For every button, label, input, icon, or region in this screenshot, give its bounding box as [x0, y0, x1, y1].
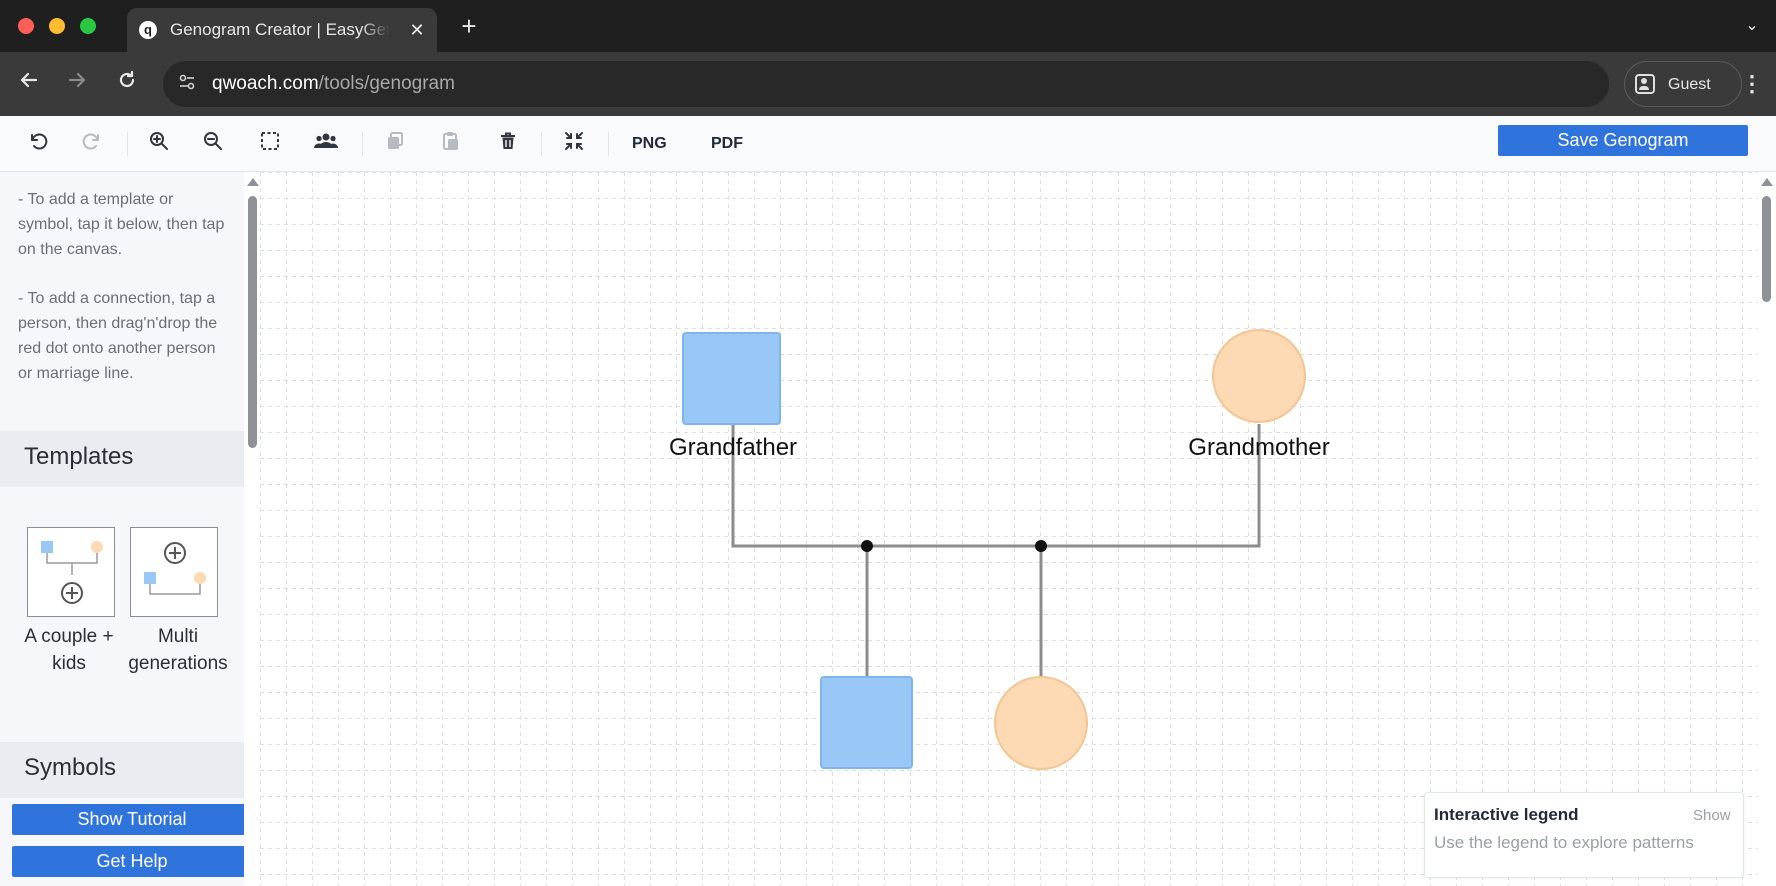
person-son[interactable] [820, 676, 913, 769]
scroll-up-icon[interactable] [247, 178, 259, 186]
connection-node[interactable] [1035, 540, 1047, 552]
export-png-button[interactable]: PNG [632, 130, 667, 158]
templates-section-header: Templates [0, 431, 244, 487]
toolbar-divider [541, 132, 542, 156]
favicon-icon: q [139, 21, 157, 39]
label-grandmother: Grandmother [1188, 434, 1329, 461]
copy-icon[interactable] [381, 130, 409, 158]
legend-title: Interactive legend [1434, 805, 1579, 824]
editor-toolbar: PNG PDF Save Genogram [0, 116, 1776, 172]
close-icon[interactable]: ✕ [407, 18, 427, 42]
toolbar-divider [362, 132, 363, 156]
chevron-down-icon[interactable]: ⌄ [1740, 14, 1764, 38]
minimize-window-button[interactable] [49, 18, 65, 34]
person-daughter[interactable] [994, 676, 1088, 770]
back-icon[interactable] [12, 67, 46, 101]
templates-heading: Templates [24, 443, 134, 470]
group-icon[interactable] [312, 130, 340, 158]
interactive-legend: Interactive legend Show Use the legend t… [1424, 792, 1744, 878]
connection-node[interactable] [861, 540, 873, 552]
symbols-heading: Symbols [24, 754, 117, 781]
maximize-window-button[interactable] [80, 18, 96, 34]
paste-icon[interactable] [437, 130, 465, 158]
template-label-multi-generations: Multi generations [128, 626, 228, 674]
sidebar-panel: - To add a template or symbol, tap it be… [0, 172, 244, 886]
site-settings-icon[interactable] [175, 72, 199, 96]
symbols-section-header: Symbols [0, 742, 244, 798]
address-bar: qwoach.com/tools/genogram Guest ⋮ [0, 52, 1776, 116]
grid-horizontal [260, 172, 1758, 886]
profile-icon [1635, 74, 1655, 94]
template-label-couple-kids: A couple + kids [24, 626, 114, 674]
new-tab-button[interactable]: + [455, 12, 483, 40]
toolbar-divider [608, 132, 609, 156]
forward-icon[interactable] [60, 67, 94, 101]
url-text: qwoach.com/tools/genogram [212, 72, 455, 96]
url-path: /tools/genogram [318, 73, 455, 94]
profile-label: Guest [1668, 76, 1711, 93]
help-text-connections: - To add a connection, tap a person, the… [18, 290, 218, 382]
browser-tab[interactable]: q Genogram Creator | EasyGenogram ✕ [127, 8, 437, 52]
save-genogram-button[interactable]: Save Genogram [1498, 125, 1748, 156]
delete-icon[interactable] [494, 130, 522, 158]
toolbar-divider [127, 132, 128, 156]
get-help-button[interactable]: Get Help [12, 846, 252, 877]
select-area-icon[interactable] [256, 130, 284, 158]
undo-icon[interactable] [23, 130, 51, 158]
legend-subtitle: Use the legend to explore patterns [1434, 833, 1694, 852]
multi-generations-preview-icon [144, 542, 206, 595]
profile-button[interactable]: Guest [1624, 61, 1742, 107]
person-grandmother[interactable] [1212, 329, 1306, 423]
genogram-canvas[interactable]: Grandfather Grandmother [260, 172, 1758, 886]
browser-tab-bar: q Genogram Creator | EasyGenogram ✕ + ⌄ [0, 0, 1776, 52]
reload-icon[interactable] [110, 67, 144, 101]
template-multi-generations[interactable] [130, 527, 218, 617]
fit-screen-icon[interactable] [560, 130, 588, 158]
couple-kids-preview-icon [41, 541, 103, 604]
genogram-drawing: Grandfather Grandmother [260, 172, 1758, 886]
zoom-out-icon[interactable] [199, 130, 227, 158]
menu-icon[interactable]: ⋮ [1740, 71, 1764, 97]
show-tutorial-button[interactable]: Show Tutorial [12, 804, 252, 835]
url-host: qwoach.com [212, 73, 319, 94]
sidebar-scroll-thumb[interactable] [248, 196, 257, 448]
label-grandfather: Grandfather [669, 434, 797, 461]
redo-icon[interactable] [79, 130, 107, 158]
url-field[interactable]: qwoach.com/tools/genogram [163, 61, 1609, 107]
legend-show-toggle[interactable]: Show [1693, 807, 1731, 824]
template-couple-kids[interactable] [27, 527, 115, 617]
close-window-button[interactable] [18, 18, 34, 34]
help-text-templates: - To add a template or symbol, tap it be… [18, 191, 225, 258]
person-grandfather[interactable] [682, 332, 781, 425]
zoom-in-icon[interactable] [145, 130, 173, 158]
tab-title: Genogram Creator | EasyGenogram [170, 16, 390, 44]
scroll-up-icon[interactable] [1761, 178, 1773, 186]
export-pdf-button[interactable]: PDF [711, 130, 743, 158]
canvas-scroll-thumb[interactable] [1762, 196, 1771, 302]
